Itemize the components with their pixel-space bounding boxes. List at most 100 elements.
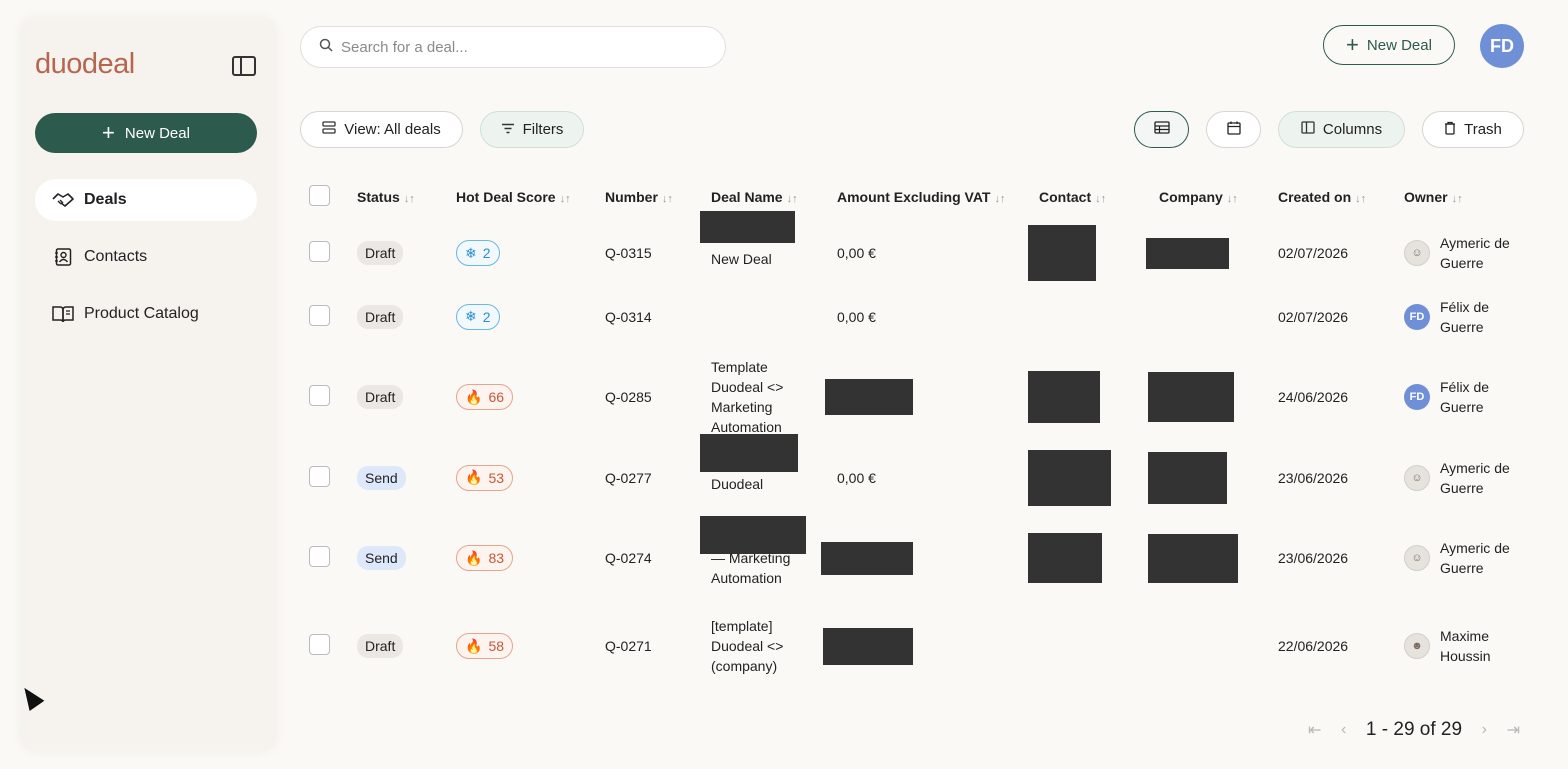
row-select-cell [309, 508, 357, 608]
columns-button[interactable]: Columns [1278, 111, 1405, 148]
sort-icon[interactable]: ↓↑ [662, 193, 673, 205]
trash-button[interactable]: Trash [1422, 111, 1524, 148]
score-cell: 🔥 58 [456, 608, 605, 684]
row-checkbox[interactable] [309, 385, 330, 406]
status-cell: Draft [357, 220, 456, 286]
deal-name-cell[interactable]: Template Duodeal <> Marketing Automation [711, 347, 837, 447]
header-new-deal-button[interactable]: + New Deal [1323, 25, 1455, 65]
row-checkbox[interactable] [309, 546, 330, 567]
owner: FD Félix de Guerre [1404, 377, 1524, 417]
column-header-hot-deal-score[interactable]: Hot Deal Score ↓↑ [456, 174, 605, 220]
status-badge: Draft [357, 304, 404, 329]
row-checkbox[interactable] [309, 465, 330, 487]
redaction-block [1146, 237, 1229, 269]
sort-icon[interactable]: ↓↑ [994, 193, 1005, 205]
redaction-block [1028, 449, 1111, 506]
filters-button[interactable]: Filters [480, 111, 584, 148]
sidebar-toggle-icon[interactable] [232, 56, 256, 76]
view-selector-button[interactable]: View: All deals [300, 111, 463, 148]
next-page-icon[interactable]: › [1482, 721, 1487, 739]
first-page-icon[interactable]: ⇤ [1308, 720, 1321, 740]
sort-icon[interactable]: ↓↑ [787, 193, 798, 205]
column-label: Hot Deal Score [456, 189, 556, 205]
column-header-contact[interactable]: Contact ↓↑ [1039, 174, 1159, 220]
column-header-status[interactable]: Status ↓↑ [357, 174, 456, 220]
column-header-amount[interactable]: Amount Excluding VAT ↓↑ [837, 174, 1039, 220]
calendar-view-button[interactable] [1206, 111, 1261, 148]
status-badge: Draft [357, 634, 404, 658]
sort-icon[interactable]: ↓↑ [404, 193, 415, 205]
deal-name-cell[interactable]: [template] Duodeal <> (company) [711, 608, 837, 684]
search-input[interactable] [341, 38, 701, 56]
row-select-cell [309, 447, 357, 508]
sidebar-new-deal-label: New Deal [124, 124, 190, 142]
column-label: Contact [1039, 189, 1092, 205]
owner-avatar: ☺ [1404, 464, 1430, 491]
redaction-block [700, 211, 795, 243]
column-header-number[interactable]: Number ↓↑ [605, 174, 711, 220]
sidebar-item-product-catalog[interactable]: Product Catalog [35, 293, 257, 335]
deal-name-cell[interactable]: Duodeal [700, 433, 837, 508]
number-cell: Q-0271 [605, 638, 652, 654]
owner: ☺ Aymeric de Guerre [1404, 233, 1524, 273]
owner-avatar: ☻ [1404, 633, 1430, 659]
trash-label: Trash [1464, 121, 1502, 138]
score-value: 2 [482, 245, 491, 261]
column-header-created-on[interactable]: Created on ↓↑ [1278, 174, 1404, 220]
table-view-button[interactable] [1134, 111, 1189, 148]
redaction-block [1148, 372, 1234, 422]
number-cell: Q-0274 [605, 550, 652, 566]
sort-icon[interactable]: ↓↑ [1452, 193, 1463, 205]
number-cell: Q-0314 [605, 308, 652, 325]
table-row[interactable]: Draft 🔥 58 Q-0271 [template] Duodeal <> (… [309, 608, 1524, 684]
sort-icon[interactable]: ↓↑ [560, 193, 571, 205]
deal-name-cell[interactable]: New Deal [700, 211, 837, 286]
row-select-cell [309, 220, 357, 286]
prev-page-icon[interactable]: ‹ [1341, 721, 1346, 739]
sidebar-new-deal-button[interactable]: + New Deal [35, 113, 257, 153]
sidebar-item-deals[interactable]: Deals [35, 179, 257, 221]
last-page-icon[interactable]: ⇥ [1507, 720, 1520, 740]
table-row[interactable]: Draft ❄ 2 Q-0314 0,00 € 02/07/2026 FD Féli… [309, 286, 1524, 347]
deal-name-cell[interactable] [711, 286, 837, 347]
redaction-block [1028, 533, 1102, 583]
row-checkbox[interactable] [309, 304, 330, 326]
column-header-owner[interactable]: Owner ↓↑ [1404, 174, 1524, 220]
sidebar-item-label: Deals [84, 191, 127, 208]
sidebar-item-contacts[interactable]: Contacts [35, 236, 257, 278]
status-cell: Draft [357, 286, 456, 347]
redaction-block [1148, 533, 1238, 583]
select-all-checkbox[interactable] [309, 185, 330, 206]
company-cell [1159, 286, 1278, 347]
table-icon [1153, 121, 1170, 138]
row-select-cell [309, 286, 357, 347]
sort-icon[interactable]: ↓↑ [1355, 193, 1366, 205]
column-label: Owner [1404, 189, 1448, 205]
sidebar: duodeal + New Deal Deals Contacts Produc… [21, 18, 276, 751]
column-label: Number [605, 189, 658, 205]
book-icon [52, 305, 74, 323]
duodeal-logo[interactable]: duodeal [35, 48, 135, 81]
table-row[interactable]: Draft 🔥 66 Q-0285 Template Duodeal <> Mar… [309, 347, 1524, 447]
table-row[interactable]: Draft ❄ 2 Q-0315 New Deal 0,00 € 02/07/20… [309, 211, 1524, 286]
status-badge: Send [357, 546, 406, 570]
contact-cell [1028, 508, 1159, 608]
deal-name-text: Template Duodeal <> Marketing Automation [711, 359, 784, 435]
table-row[interactable]: Send 🔥 53 Q-0277 Duodeal 0,00 € 23/06/202… [309, 433, 1524, 508]
sort-icon[interactable]: ↓↑ [1227, 193, 1238, 205]
row-checkbox[interactable] [309, 634, 330, 655]
column-header-company[interactable]: Company ↓↑ [1159, 174, 1278, 220]
search-bar[interactable] [300, 26, 726, 68]
row-checkbox[interactable] [309, 241, 330, 262]
table-row[interactable]: Send 🔥 83 Q-0274 — Marketing Automation 2… [309, 508, 1524, 608]
score-badge: 🔥 66 [456, 384, 514, 410]
user-avatar[interactable]: FD [1480, 24, 1524, 68]
owner-avatar: FD [1404, 384, 1430, 410]
created-cell: 02/07/2026 [1278, 245, 1349, 261]
amount-cell: 0,00 € [837, 469, 876, 486]
score-badge: 🔥 58 [456, 633, 514, 659]
status-cell: Send [357, 447, 456, 508]
deal-name-cell[interactable]: — Marketing Automation [700, 508, 837, 608]
contact-cell [1039, 608, 1159, 684]
sort-icon[interactable]: ↓↑ [1095, 193, 1106, 205]
